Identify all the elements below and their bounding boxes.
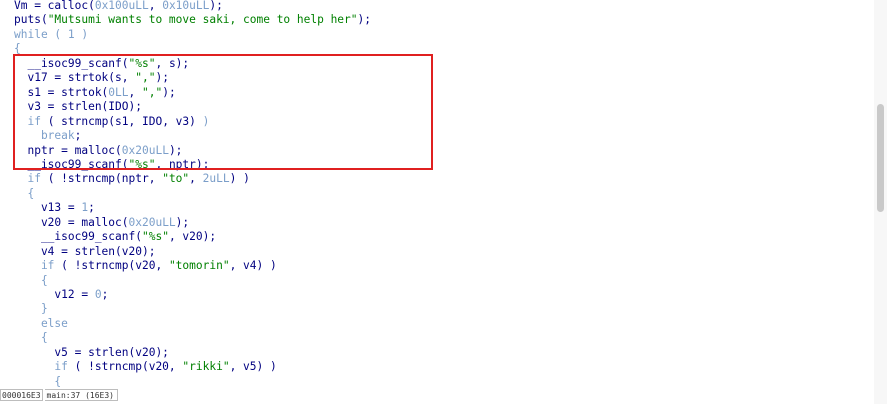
code-line[interactable]: v12 = 0; (14, 288, 108, 303)
code-token: , v20); (168, 230, 217, 244)
code-line[interactable]: { (14, 331, 48, 346)
code-token: if (14, 360, 68, 374)
code-token: "%s" (141, 230, 169, 244)
status-location: main:37 (16E3) (44, 389, 118, 401)
status-bar: 000016E3 main:37 (16E3) (0, 389, 118, 401)
code-token: } (14, 302, 48, 316)
code-token: "tomorin" (168, 259, 230, 273)
code-token: ); (209, 0, 223, 12)
code-token: ) ) (229, 172, 250, 186)
code-token: 0 (94, 288, 102, 301)
code-token: "Mutsumi wants to move saki, come to hel… (47, 13, 358, 27)
code-token: "rikki" (182, 360, 230, 374)
code-token: 1 (67, 27, 75, 41)
code-token: ( (47, 27, 68, 41)
code-token: ; (88, 201, 95, 215)
code-line[interactable]: if ( !strncmp(v20, "tomorin", v4) ) (14, 259, 277, 274)
code-token: v20 = malloc( (14, 215, 129, 229)
code-line[interactable]: { (14, 274, 48, 289)
code-token: if (14, 172, 41, 186)
code-line[interactable]: v13 = 1; (14, 201, 95, 216)
highlight-annotation-box (13, 54, 433, 170)
scrollbar-thumb[interactable] (877, 104, 884, 212)
code-token: , v4) ) (229, 259, 277, 273)
code-token: puts( (14, 13, 48, 27)
code-token: v5 = strlen(v20); (14, 345, 169, 359)
code-token: ); (175, 215, 190, 229)
code-line[interactable]: v20 = malloc(0x20uLL); (14, 216, 189, 231)
code-token: { (14, 186, 35, 200)
code-token: ( !strncmp(v20, (54, 259, 169, 273)
code-token: "to" (162, 172, 190, 186)
code-line[interactable]: puts("Mutsumi wants to move saki, come t… (14, 13, 371, 28)
status-address: 000016E3 (0, 389, 43, 401)
code-token: while (14, 27, 48, 41)
code-token: , v5) ) (229, 360, 277, 374)
code-token: 0x100uLL (94, 0, 149, 12)
code-line[interactable]: __isoc99_scanf("%s", v20); (14, 230, 216, 245)
code-line[interactable]: v5 = strlen(v20); (14, 346, 169, 361)
code-line[interactable]: } (14, 302, 48, 317)
code-token: { (14, 331, 48, 345)
code-token: 0x10uLL (162, 0, 210, 12)
code-token: Vm = calloc( (14, 0, 95, 12)
code-token: ( !strncmp(v20, (67, 360, 183, 374)
code-token: , (148, 0, 163, 12)
vertical-scrollbar[interactable] (874, 0, 887, 404)
code-token: v13 = (14, 201, 82, 215)
code-token: v4 = strlen(v20); (14, 244, 156, 258)
code-token: ( !strncmp(nptr, (40, 172, 163, 186)
code-line[interactable]: if ( !strncmp(nptr, "to", 2uLL) ) (14, 172, 250, 187)
code-token: 2uLL (202, 172, 230, 186)
code-token: v12 = (14, 288, 95, 301)
code-token: ; (101, 288, 109, 301)
code-token: if (14, 259, 55, 273)
code-line[interactable]: else (14, 317, 68, 332)
code-line[interactable]: { (14, 187, 34, 202)
code-line[interactable]: if ( !strncmp(v20, "rikki", v5) ) (14, 360, 277, 375)
code-line[interactable]: v4 = strlen(v20); (14, 244, 156, 260)
code-token: ); (357, 13, 372, 27)
code-token: ) (74, 27, 89, 41)
code-token: 0x20uLL (128, 215, 176, 229)
code-token: , (189, 172, 203, 186)
code-token: { (14, 273, 48, 287)
code-token: { (14, 374, 62, 388)
code-token: else (14, 316, 68, 330)
code-line[interactable]: Vm = calloc(0x100uLL, 0x10uLL); (14, 0, 223, 14)
code-line[interactable]: { (14, 375, 61, 390)
code-token: __isoc99_scanf( (14, 230, 142, 244)
code-line[interactable]: while ( 1 ) (14, 28, 88, 43)
